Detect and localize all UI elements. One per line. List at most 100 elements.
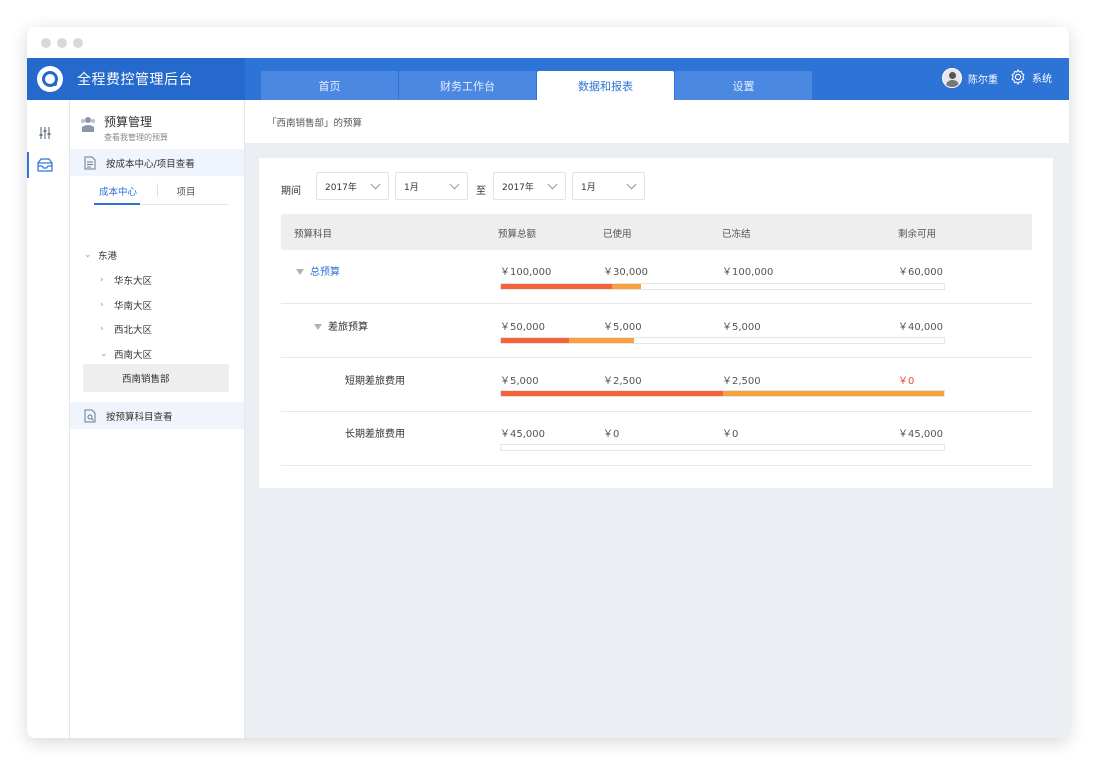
row-total: ￥100,000 — [500, 267, 552, 278]
app-window: 全程费控管理后台 首页 财务工作台 数据和报表 设置 陈尔重 系统 预算管理 查… — [27, 27, 1069, 738]
budget-progress-bar — [500, 337, 945, 344]
budget-progress-bar — [500, 390, 945, 397]
header-frozen: 已冻结 — [722, 229, 751, 240]
row-subject[interactable]: 长期差旅费用 — [345, 425, 405, 440]
settings-sliders-icon[interactable] — [36, 124, 54, 142]
row-total: ￥50,000 — [500, 322, 545, 333]
header-used: 已使用 — [603, 229, 632, 240]
table-row[interactable]: 短期差旅费用 ￥5,000 ￥2,500 ￥2,500 ￥0 — [281, 358, 1032, 412]
tree-item-donggang[interactable]: ⌄ 东港 — [84, 248, 117, 262]
chevron-down-icon: ⌄ — [84, 250, 92, 260]
tree-item-huanan[interactable]: › 华南大区 — [100, 298, 152, 312]
row-remaining: ￥60,000 — [898, 267, 943, 278]
row-total: ￥5,000 — [500, 376, 539, 387]
chevron-down-icon — [449, 179, 460, 190]
tab-settings[interactable]: 设置 — [675, 71, 812, 100]
row-remaining: ￥45,000 — [898, 429, 943, 440]
breadcrumb-text: 「西南销售部」的预算 — [267, 117, 363, 129]
from-year-value: 2017年 — [325, 182, 357, 193]
segment-active-underline — [94, 203, 140, 205]
frozen-segment — [722, 391, 944, 396]
row-subject-label: 总预算 — [310, 267, 340, 278]
icon-rail — [27, 100, 70, 738]
document-icon — [84, 156, 96, 169]
row-remaining: ￥0 — [898, 376, 915, 387]
chevron-down-icon: ⌄ — [100, 349, 108, 359]
row-used: ￥2,500 — [603, 376, 642, 387]
chevron-right-icon: › — [100, 324, 104, 334]
caret-down-icon — [296, 269, 304, 275]
row-subject[interactable]: 总预算 — [296, 263, 340, 278]
sidebar-title: 预算管理 — [104, 115, 153, 129]
tab-data-reports[interactable]: 数据和报表 — [537, 71, 674, 100]
tree-item-xinan[interactable]: ⌄ 西南大区 — [100, 347, 152, 361]
table-row[interactable]: 差旅预算 ￥50,000 ￥5,000 ￥5,000 ￥40,000 — [281, 304, 1032, 358]
table-header: 预算科目 预算总额 已使用 已冻结 剩余可用 — [281, 214, 1032, 250]
from-month-select[interactable]: 1月 — [395, 172, 468, 200]
segment-project[interactable]: 项目 — [166, 184, 206, 198]
to-label: 至 — [476, 186, 486, 197]
group-icon — [81, 117, 95, 132]
used-segment — [501, 391, 723, 396]
tree-item-selected[interactable]: 西南销售部 — [83, 364, 229, 392]
tab-finance-workbench[interactable]: 财务工作台 — [399, 71, 536, 100]
to-month-select[interactable]: 1月 — [572, 172, 645, 200]
chevron-right-icon: › — [100, 300, 104, 310]
row-subject[interactable]: 短期差旅费用 — [345, 372, 405, 387]
user-menu[interactable]: 陈尔重 — [942, 68, 998, 88]
tree-item-label: 华南大区 — [114, 301, 153, 312]
chevron-right-icon: › — [100, 275, 104, 285]
sidebar-header: 预算管理 查看我管理的预算 — [80, 113, 168, 143]
window-close-dot[interactable] — [41, 38, 51, 48]
system-label: 系统 — [1032, 73, 1052, 85]
table-row[interactable]: 总预算 ￥100,000 ￥30,000 ￥100,000 ￥60,000 — [281, 250, 1032, 304]
row-subject-label: 差旅预算 — [328, 322, 368, 333]
inbox-icon[interactable] — [36, 156, 54, 174]
main-content: 「西南销售部」的预算 期间 2017年 1月 至 2017年 1月 预算科目 预… — [245, 100, 1069, 738]
tab-home[interactable]: 首页 — [261, 71, 398, 100]
window-zoom-dot[interactable] — [73, 38, 83, 48]
from-year-select[interactable]: 2017年 — [316, 172, 389, 200]
user-name: 陈尔重 — [968, 74, 998, 86]
breadcrumb: 「西南销售部」的预算 — [245, 100, 1069, 143]
view-by-budget-subject-label: 按预算科目查看 — [106, 411, 173, 423]
used-segment — [501, 338, 569, 343]
period-label: 期间 — [281, 186, 301, 197]
avatar-icon — [942, 68, 962, 88]
tree-item-xibei[interactable]: › 西北大区 — [100, 322, 152, 336]
chevron-down-icon — [626, 179, 637, 190]
app-title: 全程费控管理后台 — [77, 72, 193, 88]
caret-down-icon — [314, 324, 322, 330]
to-year-select[interactable]: 2017年 — [493, 172, 566, 200]
row-used: ￥0 — [603, 429, 620, 440]
view-by-budget-subject[interactable]: 按预算科目查看 — [70, 402, 244, 429]
brand[interactable]: 全程费控管理后台 — [27, 58, 245, 100]
row-frozen: ￥5,000 — [722, 322, 761, 333]
used-segment — [501, 284, 612, 289]
document-search-icon — [84, 409, 96, 422]
sidebar-subtitle: 查看我管理的预算 — [104, 133, 168, 142]
frozen-segment — [568, 338, 634, 343]
row-frozen: ￥2,500 — [722, 376, 761, 387]
tree-item-label: 华东大区 — [114, 276, 153, 287]
gear-icon — [1011, 69, 1025, 85]
window-minimize-dot[interactable] — [57, 38, 67, 48]
to-month-value: 1月 — [581, 182, 596, 193]
table-row[interactable]: 长期差旅费用 ￥45,000 ￥0 ￥0 ￥45,000 — [281, 412, 1032, 466]
budget-progress-bar — [500, 444, 945, 451]
view-by-cost-center[interactable]: 按成本中心/项目查看 — [70, 149, 244, 176]
row-subject[interactable]: 差旅预算 — [314, 318, 368, 333]
segment-divider — [157, 183, 158, 197]
from-month-value: 1月 — [404, 182, 419, 193]
segment-cost-center[interactable]: 成本中心 — [88, 184, 148, 198]
header-total: 预算总额 — [498, 229, 537, 240]
header-subject: 预算科目 — [294, 229, 333, 240]
tree-item-label: 东港 — [98, 251, 118, 262]
tree-item-label: 西北大区 — [114, 325, 153, 336]
frozen-segment — [611, 284, 641, 289]
budget-progress-bar — [500, 283, 945, 290]
top-navigation-bar: 全程费控管理后台 首页 财务工作台 数据和报表 设置 陈尔重 系统 — [27, 58, 1069, 100]
tree-item-huadong[interactable]: › 华东大区 — [100, 273, 152, 287]
row-used: ￥5,000 — [603, 322, 642, 333]
system-menu[interactable]: 系统 — [1009, 68, 1052, 86]
